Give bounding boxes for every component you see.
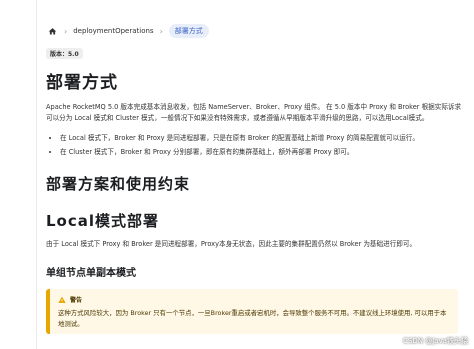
local-mode-heading: Local模式部署 [46, 212, 160, 230]
breadcrumb: › deploymentOperations › 部署方式 [46, 22, 462, 40]
home-icon[interactable] [46, 25, 58, 37]
warning-icon [58, 296, 66, 303]
sidebar-divider [36, 0, 37, 349]
warning-label: 警告 [70, 297, 83, 304]
intro-paragraph: Apache RocketMQ 5.0 版本完成基本消息收发，包括 NameSe… [46, 103, 462, 122]
warning-text: 这种方式风险较大，因为 Broker 只有一个节点，一旦Broker重启或者宕机… [58, 309, 447, 328]
breadcrumb-item-current: 部署方式 [168, 24, 209, 38]
warning-header: 警告 [58, 295, 450, 304]
warning-admonition: 警告 这种方式风险较大，因为 Broker 只有一个节点，一旦Broker重启或… [46, 289, 458, 334]
single-node-heading: 单组节点单副本模式 [46, 268, 136, 279]
watermark: CSDN @Java铁头猿 [403, 337, 468, 345]
version-badge: 版本：5.0 [46, 48, 83, 59]
breadcrumb-separator: › [159, 26, 163, 36]
section-heading: 部署方案和使用约束 [46, 175, 191, 193]
breadcrumb-item-deployment-operations[interactable]: deploymentOperations [73, 27, 153, 35]
list-item-local-mode: 在 Local 模式下，Broker 和 Proxy 是同进程部署，只是在原有 … [60, 131, 462, 145]
page-title: 部署方式 [46, 73, 118, 93]
docs-page: › deploymentOperations › 部署方式 版本：5.0 部署方… [0, 0, 474, 349]
breadcrumb-separator: › [64, 26, 68, 36]
modes-list: 在 Local 模式下，Broker 和 Proxy 是同进程部署，只是在原有 … [46, 131, 462, 159]
list-item-cluster-mode: 在 Cluster 模式下，Broker 和 Proxy 分别部署，即在原有的集… [60, 145, 462, 159]
doc-content: › deploymentOperations › 部署方式 版本：5.0 部署方… [46, 22, 462, 334]
local-mode-description: 由于 Local 模式下 Proxy 和 Broker 是同进程部署，Proxy… [46, 240, 417, 248]
